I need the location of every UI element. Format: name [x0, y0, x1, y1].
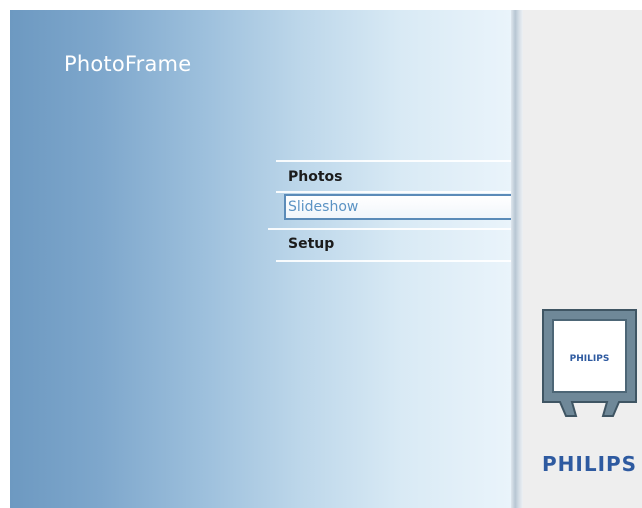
menu-divider	[268, 228, 514, 230]
main-panel: PhotoFrame Photos Slideshow Setup	[10, 10, 514, 508]
menu-item-label: Setup	[288, 236, 335, 252]
photoframe-screen: PhotoFrame Photos Slideshow Setup PHILIP…	[10, 10, 642, 508]
menu-item-slideshow[interactable]: Slideshow	[284, 194, 513, 220]
app-title: PhotoFrame	[64, 52, 192, 76]
panel-divider	[511, 10, 523, 508]
menu-divider	[276, 260, 514, 262]
photo-frame-device-icon: PHILIPS	[542, 309, 637, 417]
menu-item-setup[interactable]: Setup	[276, 231, 512, 257]
menu-item-photos[interactable]: Photos	[276, 164, 512, 190]
philips-logo: PHILIPS	[542, 452, 638, 476]
menu-item-label: Photos	[288, 169, 343, 185]
menu-divider	[276, 191, 514, 193]
menu-item-label: Slideshow	[288, 199, 359, 215]
side-panel	[523, 10, 642, 508]
menu-divider	[276, 160, 514, 162]
device-logo-text: PHILIPS	[570, 354, 610, 364]
